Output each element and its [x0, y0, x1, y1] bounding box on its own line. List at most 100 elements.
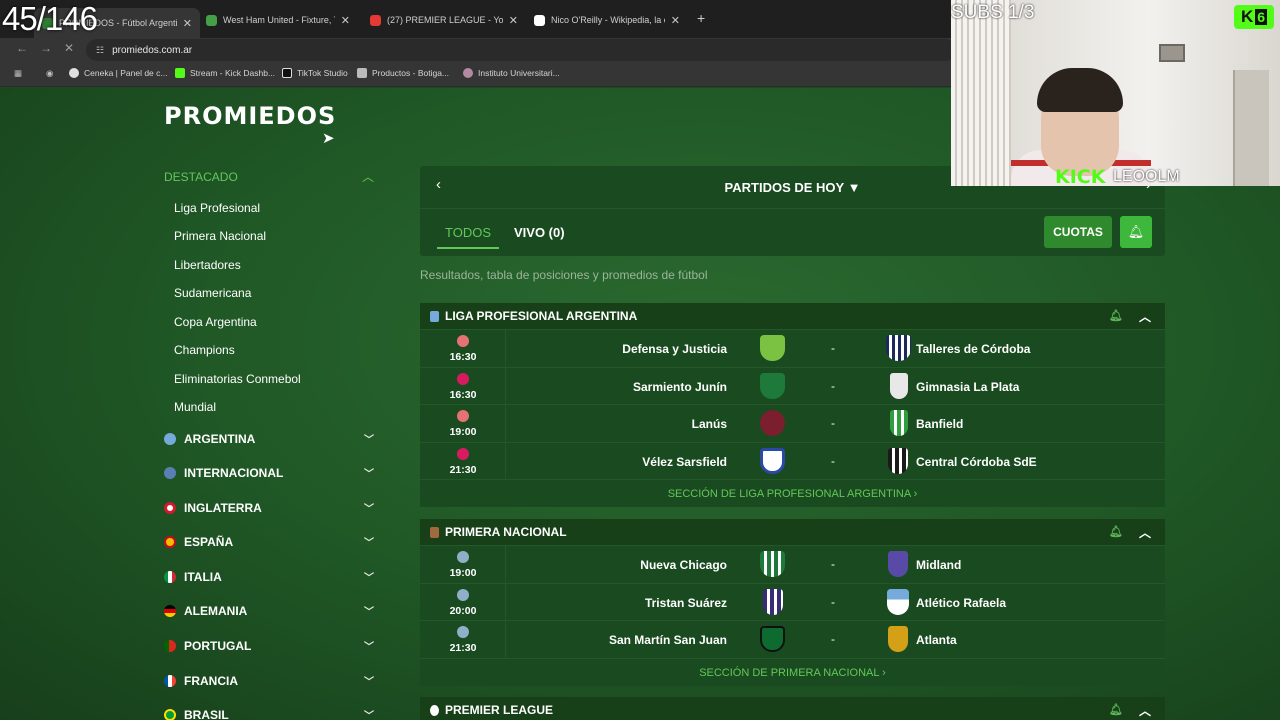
match-row[interactable]: 19:00 Lanús - Banfield	[420, 404, 1165, 442]
home-team: Nueva Chicago	[640, 558, 727, 572]
competition-header[interactable]: PREMIER LEAGUE 🔔︎ ︿	[420, 697, 1165, 720]
time-cell: 19:00	[420, 405, 506, 442]
competition-name: LIGA PROFESIONAL ARGENTINA	[445, 309, 638, 323]
match-row[interactable]: 16:30 Defensa y Justicia - Talleres de C…	[420, 329, 1165, 367]
chevron-down-icon[interactable]: ﹀	[364, 603, 374, 618]
apps-icon[interactable]: ▦	[14, 68, 22, 79]
chevron-down-icon[interactable]: ﹀	[364, 431, 374, 446]
country-label: ALEMANIA	[184, 604, 248, 618]
tv-icon	[457, 372, 469, 385]
sidebar-item-primera-nacional[interactable]: Primera Nacional	[174, 229, 266, 243]
site-info-icon[interactable]: ☷	[96, 45, 104, 56]
sidebar-country-argentina[interactable]: ARGENTINA ﹀	[164, 430, 374, 448]
bookmark-label: Productos - Botiga...	[372, 68, 450, 78]
sidebar-country-internacional[interactable]: INTERNACIONAL ﹀	[164, 464, 374, 482]
page-subtitle: Resultados, tabla de posiciones y promed…	[420, 268, 708, 282]
country-label: ESPAÑA	[184, 535, 234, 549]
chevron-down-icon[interactable]: ﹀	[364, 465, 374, 480]
notifications-button[interactable]: 🔔︎	[1120, 216, 1152, 248]
home-crest-icon	[763, 588, 783, 615]
reload-icon[interactable]: ✕	[64, 41, 74, 55]
back-icon[interactable]: ←	[16, 41, 28, 55]
chevron-down-icon[interactable]: ﹀	[364, 673, 374, 688]
country-label: BRASIL	[184, 708, 229, 720]
competition-header[interactable]: PRIMERA NACIONAL 🔔︎ ︿	[420, 519, 1165, 545]
bookmark-instituto[interactable]: Instituto Universitari...	[463, 68, 560, 78]
chevron-up-icon[interactable]: ︿	[1139, 524, 1151, 541]
sidebar-section-destacado[interactable]: DESTACADO ︿	[164, 170, 374, 186]
bell-icon[interactable]: 🔔︎	[1109, 309, 1123, 322]
sidebar-item-liga-profesional[interactable]: Liga Profesional	[174, 201, 260, 215]
sidebar-country-inglaterra[interactable]: INGLATERRA ﹀	[164, 499, 374, 517]
sidebar-country-espana[interactable]: ESPAÑA ﹀	[164, 533, 374, 551]
promiedos-logo[interactable]: PROMIEDOS	[164, 102, 336, 130]
close-tab-icon[interactable]: ✕	[671, 14, 680, 27]
match-row[interactable]: 19:00 Nueva Chicago - Midland	[420, 545, 1165, 583]
wikipedia-favicon-icon	[534, 14, 545, 26]
sidebar-country-italia[interactable]: ITALIA ﹀	[164, 568, 374, 586]
sidebar-item-eliminatorias[interactable]: Eliminatorias Conmebol	[174, 372, 301, 386]
sidebar-item-champions[interactable]: Champions	[174, 343, 235, 357]
sidebar-item-libertadores[interactable]: Libertadores	[174, 258, 241, 272]
tab-youtube[interactable]: (27) PREMIER LEAGUE - YouTub... ✕	[362, 8, 526, 32]
home-crest-icon	[760, 626, 785, 652]
sidebar-country-brasil[interactable]: BRASIL ﹀	[164, 706, 374, 720]
premier-league-icon	[430, 704, 439, 716]
store-icon	[357, 68, 367, 78]
tab-todos[interactable]: TODOS	[437, 225, 499, 249]
bell-icon: 🔔︎	[1127, 224, 1145, 239]
chevron-down-icon[interactable]: ﹀	[364, 500, 374, 515]
competition-liga-profesional: LIGA PROFESIONAL ARGENTINA 🔔︎ ︿ 16:30 De…	[420, 303, 1165, 507]
close-tab-icon[interactable]: ✕	[341, 14, 350, 27]
away-team: Atlanta	[916, 633, 957, 647]
tab-vivo[interactable]: VIVO (0)	[514, 225, 565, 240]
new-tab-button[interactable]: +	[697, 10, 705, 26]
bell-icon[interactable]: 🔔︎	[1109, 703, 1123, 716]
youtube-favicon-icon	[370, 14, 381, 26]
odds-button[interactable]: CUOTAS	[1044, 216, 1112, 248]
sidebar-country-alemania[interactable]: ALEMANIA ﹀	[164, 602, 374, 620]
sidebar-item-sudamericana[interactable]: Sudamericana	[174, 286, 251, 300]
tab-label: (27) PREMIER LEAGUE - YouTub...	[387, 15, 503, 25]
home-team: Sarmiento Junín	[632, 379, 727, 394]
sidebar-item-copa-argentina[interactable]: Copa Argentina	[174, 315, 257, 329]
bookmark-ceneka[interactable]: Ceneka | Panel de c...	[69, 68, 167, 78]
competition-section-link[interactable]: SECCIÓN DE PRIMERA NACIONAL ›	[420, 657, 1165, 686]
chevron-up-icon[interactable]: ︿	[1139, 702, 1151, 719]
match-row[interactable]: 16:30 Sarmiento Junín - Gimnasia La Plat…	[420, 366, 1165, 404]
address-bar[interactable]: ☷ promiedos.com.ar	[86, 39, 956, 61]
sidebar-country-francia[interactable]: FRANCIA ﹀	[164, 672, 374, 690]
bookmark-tiktok[interactable]: TikTok Studio	[282, 68, 348, 78]
chevron-up-icon[interactable]: ︿	[362, 168, 374, 185]
bookmark-kick[interactable]: Stream - Kick Dashb...	[175, 68, 275, 78]
tab-wikipedia[interactable]: Nico O'Reilly - Wikipedia, la enc... ✕	[526, 8, 688, 32]
competition-header[interactable]: LIGA PROFESIONAL ARGENTINA 🔔︎ ︿	[420, 303, 1165, 329]
time-cell: 21:30	[420, 442, 506, 479]
globe-flag-icon	[164, 467, 176, 479]
close-tab-icon[interactable]: ✕	[509, 14, 518, 27]
chevron-down-icon[interactable]: ﹀	[364, 638, 374, 653]
tab-west-ham[interactable]: West Ham United - Fixture, Tit... ✕	[198, 8, 358, 32]
primera-nacional-icon	[430, 526, 439, 538]
forward-icon[interactable]: →	[40, 41, 52, 55]
bookmark-productos[interactable]: Productos - Botiga...	[357, 68, 449, 78]
sidebar-item-mundial[interactable]: Mundial	[174, 400, 216, 414]
globe-icon[interactable]: ◉	[46, 68, 53, 79]
chevron-down-icon[interactable]: ﹀	[364, 534, 374, 549]
ceneka-icon	[69, 68, 79, 78]
tv-icon	[457, 335, 469, 347]
germany-flag-icon	[164, 605, 176, 617]
match-row[interactable]: 21:30 Vélez Sarsfield - Central Córdoba …	[420, 441, 1165, 479]
wall-picture	[1159, 44, 1185, 62]
chevron-up-icon[interactable]: ︿	[1139, 308, 1151, 325]
away-crest-icon	[887, 588, 909, 615]
bookmark-label: Ceneka | Panel de c...	[84, 68, 168, 78]
close-tab-icon[interactable]: ✕	[183, 17, 192, 30]
chevron-down-icon[interactable]: ﹀	[364, 707, 374, 720]
match-row[interactable]: 21:30 San Martín San Juan - Atlanta	[420, 620, 1165, 658]
sidebar-country-portugal[interactable]: PORTUGAL ﹀	[164, 637, 374, 655]
competition-section-link[interactable]: SECCIÓN DE LIGA PROFESIONAL ARGENTINA ›	[420, 479, 1165, 507]
match-row[interactable]: 20:00 Tristan Suárez - Atlético Rafaela	[420, 582, 1165, 620]
bell-icon[interactable]: 🔔︎	[1109, 525, 1123, 538]
chevron-down-icon[interactable]: ﹀	[364, 569, 374, 584]
